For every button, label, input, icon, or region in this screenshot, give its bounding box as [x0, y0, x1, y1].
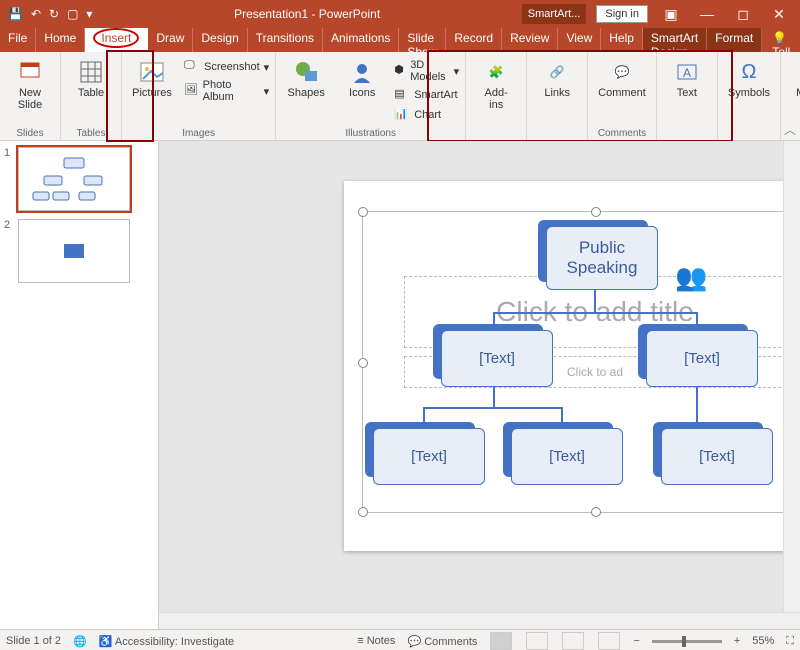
tab-view[interactable]: View [558, 28, 601, 52]
status-bar: Slide 1 of 2 🌐 ♿ Accessibility: Investig… [0, 629, 800, 650]
save-icon[interactable]: 💾 [8, 7, 23, 21]
photo-album-icon: 🖼 [184, 83, 199, 99]
tab-design[interactable]: Design [193, 28, 247, 52]
tab-draw[interactable]: Draw [148, 28, 193, 52]
reading-view-icon[interactable] [562, 632, 584, 650]
collapse-ribbon-icon[interactable]: ︿ [784, 121, 796, 138]
comments-button[interactable]: 💬 Comments [407, 635, 477, 648]
tab-animations[interactable]: Animations [323, 28, 399, 52]
sa-node-l3b[interactable]: [Text] [511, 428, 623, 485]
start-icon[interactable]: ▢ [67, 7, 78, 21]
maximize-icon[interactable]: ◻ [730, 6, 756, 23]
accessibility[interactable]: ♿ Accessibility: Investigate [99, 635, 234, 648]
slide: Click to add title Click to ad [344, 181, 800, 551]
minimize-icon[interactable]: — [694, 6, 720, 22]
window-title: Presentation1 - PowerPoint [100, 7, 513, 21]
new-slide-icon [16, 58, 44, 86]
tab-slideshow[interactable]: Slide Show [399, 28, 446, 52]
sorter-view-icon[interactable] [526, 632, 548, 650]
tab-review[interactable]: Review [502, 28, 558, 52]
audience-icon: 👥 [675, 262, 707, 293]
tab-record[interactable]: Record [446, 28, 502, 52]
shapes-icon [292, 58, 320, 86]
icons-button[interactable]: Icons [336, 56, 388, 101]
tab-format[interactable]: Format [707, 28, 762, 52]
language[interactable]: 🌐 [73, 635, 87, 648]
slide-thumbnails: 1 2 [0, 141, 159, 629]
cube-icon: ⬢ [394, 63, 406, 79]
qat-more-icon[interactable]: ▾ [86, 7, 92, 21]
group-slides: New Slide Slides [0, 52, 61, 140]
tab-smartart-design[interactable]: SmartArt Design [643, 28, 707, 52]
smartart-icon: ▤ [394, 87, 410, 103]
redo-icon[interactable]: ↻ [49, 7, 59, 21]
fit-icon[interactable]: ⛶ [786, 635, 794, 648]
close-icon[interactable]: ✕ [766, 6, 792, 23]
omega-icon: Ω [735, 58, 763, 86]
zoom-in-icon[interactable]: + [734, 635, 740, 647]
sa-node-l2a[interactable]: [Text] [441, 330, 553, 387]
highlight-right-groups [427, 50, 733, 142]
tab-file[interactable]: File [0, 28, 36, 52]
tab-transitions[interactable]: Transitions [248, 28, 323, 52]
ribbon-tabs: File Home Insert Draw Design Transitions… [0, 28, 800, 52]
slide-count: Slide 1 of 2 [6, 635, 61, 647]
media-button[interactable]: 🔊Media [785, 56, 800, 101]
zoom-slider[interactable] [652, 640, 722, 643]
table-icon [77, 58, 105, 86]
screenshot-button[interactable]: 🖵Screenshot ▾ [182, 58, 271, 76]
contextual-tab-label: SmartArt... [522, 4, 587, 24]
vertical-scrollbar[interactable] [783, 141, 800, 629]
tell-me[interactable]: 💡 Tell me [772, 31, 790, 49]
workspace: 1 2 Click to add title Click to ad [0, 141, 800, 629]
normal-view-icon[interactable] [490, 632, 512, 650]
smartart-graphic[interactable]: Public Speaking 👥 [Text] [Text] [Text] [… [362, 211, 800, 513]
title-bar: 💾 ↶ ↻ ▢ ▾ Presentation1 - PowerPoint Sma… [0, 0, 800, 28]
notes-button[interactable]: ≡ Notes [357, 635, 395, 647]
new-slide-button[interactable]: New Slide [4, 56, 56, 113]
tab-help[interactable]: Help [601, 28, 643, 52]
thumbnail-2[interactable]: 2 [4, 219, 154, 283]
icons-icon [348, 58, 376, 86]
slideshow-view-icon[interactable] [598, 632, 620, 650]
screenshot-icon: 🖵 [184, 59, 200, 75]
ribbon: New Slide Slides Table Tables Pictures 🖵… [0, 52, 800, 141]
photo-album-button[interactable]: 🖼Photo Album ▾ [182, 78, 271, 104]
shapes-button[interactable]: Shapes [280, 56, 332, 101]
highlight-pictures [106, 50, 154, 142]
tab-home[interactable]: Home [36, 28, 85, 52]
sa-node-l2b[interactable]: [Text] [646, 330, 758, 387]
slide-canvas[interactable]: Click to add title Click to ad [159, 141, 800, 629]
sign-in-button[interactable]: Sign in [596, 5, 648, 23]
sa-node-l3a[interactable]: [Text] [373, 428, 485, 485]
sa-root[interactable]: Public Speaking [546, 226, 658, 290]
sa-node-l3c[interactable]: [Text] [661, 428, 773, 485]
undo-icon[interactable]: ↶ [31, 7, 41, 21]
tab-insert[interactable]: Insert [85, 28, 148, 52]
zoom-level[interactable]: 55% [752, 635, 774, 647]
horizontal-scrollbar[interactable] [159, 612, 800, 629]
zoom-out-icon[interactable]: − [633, 635, 639, 647]
ribbon-mode-icon[interactable]: ▣ [658, 6, 684, 23]
thumbnail-1[interactable]: 1 [4, 147, 154, 211]
chart-icon: 📊 [394, 107, 410, 123]
